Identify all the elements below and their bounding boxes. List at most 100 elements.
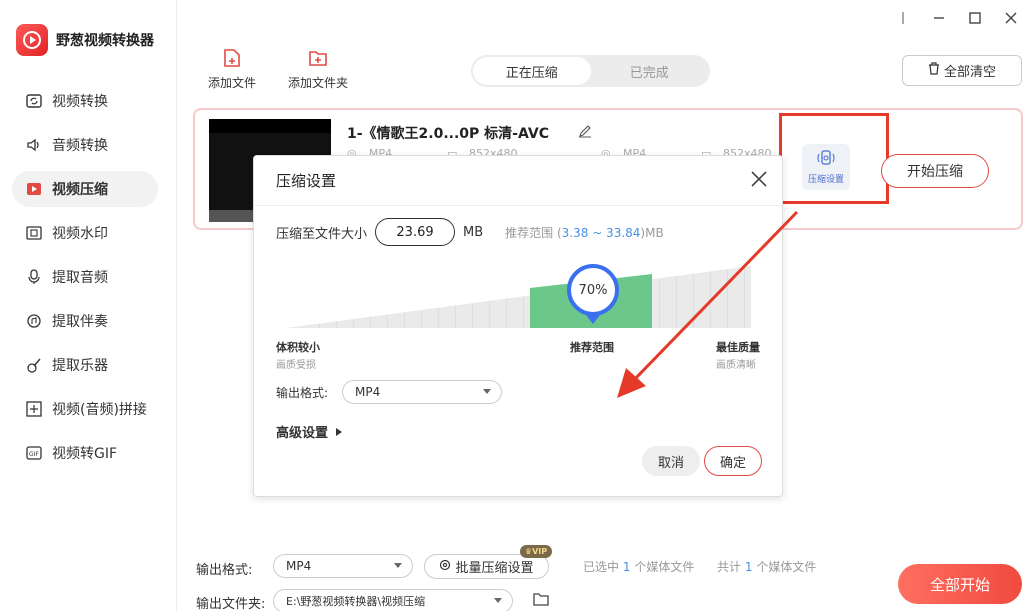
- settings-icon: [439, 559, 451, 575]
- sidebar-item-label: 视频转GIF: [52, 446, 118, 462]
- add-folder-button[interactable]: 添加文件夹: [283, 48, 353, 91]
- merge-icon: [24, 399, 44, 419]
- slider-knob[interactable]: 70%: [567, 264, 619, 316]
- svg-text:GIF: GIF: [29, 451, 39, 458]
- expand-arrow-icon: [336, 427, 343, 436]
- menu-icon[interactable]: [896, 8, 910, 28]
- close-window-icon[interactable]: [1004, 8, 1018, 28]
- extract-audio-icon: [24, 267, 44, 287]
- extract-accompaniment-icon: [24, 311, 44, 331]
- cancel-button[interactable]: 取消: [642, 446, 700, 476]
- output-folder-select[interactable]: E:\野葱视频转换器\视频压缩: [273, 589, 513, 611]
- clear-all-button[interactable]: 全部清空: [902, 55, 1022, 86]
- compress-settings-label: 压缩设置: [807, 175, 844, 185]
- gif-icon: GIF: [24, 443, 44, 463]
- small-size-sub: 画质受损: [276, 360, 316, 371]
- add-folder-label: 添加文件夹: [287, 76, 348, 90]
- sidebar-item-merge[interactable]: 视频(音频)拼接: [12, 391, 158, 427]
- start-all-button[interactable]: 全部开始: [898, 564, 1022, 604]
- add-file-label: 添加文件: [207, 76, 256, 90]
- recommended-range: 推荐范围 (3.38 ~ 33.84)MB: [505, 224, 664, 241]
- tab-completed[interactable]: 已完成: [591, 57, 709, 85]
- video-convert-icon: [24, 91, 44, 111]
- best-quality-label: 最佳质量: [716, 341, 760, 354]
- vip-badge: ♛ VIP: [520, 545, 552, 558]
- range-value: 3.38 ~ 33.84: [561, 225, 641, 240]
- add-folder-icon: [308, 48, 328, 70]
- tab-compressing[interactable]: 正在压缩: [473, 57, 591, 85]
- target-size-label: 压缩至文件大小: [276, 226, 368, 242]
- sidebar-item-label: 视频转换: [52, 94, 108, 110]
- total-count-text: 共计 1 个媒体文件: [717, 558, 816, 575]
- edit-name-icon[interactable]: [578, 124, 592, 142]
- audio-convert-icon: [24, 135, 44, 155]
- status-tabs: 正在压缩 已完成: [471, 55, 710, 87]
- compress-settings-icon: [816, 149, 836, 170]
- selected-count-text: 已选中 1 个媒体文件: [583, 558, 694, 575]
- sidebar-item-extract-audio[interactable]: 提取音频: [12, 259, 158, 295]
- slider-percent: 70%: [578, 282, 608, 298]
- target-size-unit: MB: [463, 224, 484, 240]
- advanced-settings-toggle[interactable]: 高级设置: [276, 422, 343, 441]
- knob-pointer: [586, 315, 600, 324]
- maximize-icon[interactable]: [968, 8, 982, 28]
- sidebar-item-video-compress[interactable]: 视频压缩: [12, 171, 158, 207]
- total-prefix: 共计: [717, 560, 742, 574]
- sidebar-item-gif[interactable]: GIF 视频转GIF: [12, 435, 158, 471]
- compress-settings-dialog: 压缩设置 压缩至文件大小 23.69 MB 推荐范围 (3.38 ~ 33.84…: [253, 155, 783, 497]
- vip-label: VIP: [532, 547, 548, 556]
- sidebar-item-extract-instrument[interactable]: 提取乐器: [12, 347, 158, 383]
- bottom-format-label: 输出格式:: [196, 563, 253, 578]
- chevron-down-icon: [494, 598, 502, 603]
- selected-prefix: 已选中: [583, 560, 620, 574]
- crown-icon: ♛: [524, 547, 533, 556]
- sidebar-item-label: 提取伴奏: [52, 314, 108, 330]
- bottom-format-select[interactable]: MP4: [273, 554, 413, 578]
- add-file-icon: [222, 48, 242, 70]
- sidebar-item-video-convert[interactable]: 视频转换: [12, 83, 158, 119]
- total-suffix: 个媒体文件: [756, 560, 817, 574]
- sidebar-item-label: 音频转换: [52, 138, 108, 154]
- output-format-label: 输出格式:: [276, 385, 329, 400]
- target-size-row: 压缩至文件大小 23.69 MB 推荐范围 (3.38 ~ 33.84)MB: [276, 218, 664, 246]
- bottom-format-value: MP4: [286, 559, 312, 573]
- start-compress-button[interactable]: 开始压缩: [881, 154, 989, 188]
- output-format-row: 输出格式: MP4: [276, 380, 503, 404]
- best-quality-sub: 画质清晰: [716, 360, 756, 371]
- file-name: 1-《情歌王2.0...0P 标清-AVC: [347, 126, 549, 142]
- dialog-title: 压缩设置: [254, 156, 782, 206]
- add-file-button[interactable]: 添加文件: [197, 48, 267, 91]
- sidebar-item-audio-convert[interactable]: 音频转换: [12, 127, 158, 163]
- sidebar-item-label: 提取乐器: [52, 358, 108, 374]
- compress-settings-button[interactable]: 压缩设置: [802, 144, 850, 190]
- sidebar-item-extract-accompaniment[interactable]: 提取伴奏: [12, 303, 158, 339]
- extract-instrument-icon: [24, 355, 44, 375]
- trash-icon: [928, 62, 940, 79]
- selected-count: 1: [622, 560, 631, 574]
- total-count: 1: [744, 560, 753, 574]
- watermark-icon: [24, 223, 44, 243]
- app-title: 野葱视频转换器: [16, 24, 154, 56]
- sidebar-nav: 视频转换 音频转换 视频压缩 视频水印 提取音频 提取伴奏 提取乐器 视频(音频…: [12, 83, 158, 479]
- output-folder-label: 输出文件夹:: [196, 597, 266, 611]
- minimize-icon[interactable]: [932, 8, 946, 28]
- chevron-down-icon: [394, 563, 402, 568]
- open-folder-icon[interactable]: [533, 592, 549, 610]
- sidebar-item-label: 视频压缩: [52, 182, 108, 198]
- sidebar: 野葱视频转换器 视频转换 音频转换 视频压缩 视频水印 提取音频 提取伴奏 提取…: [0, 0, 177, 611]
- sidebar-item-label: 视频水印: [52, 226, 108, 242]
- output-format-select[interactable]: MP4: [342, 380, 503, 404]
- video-compress-icon: [24, 179, 44, 199]
- ok-button[interactable]: 确定: [704, 446, 762, 476]
- close-icon[interactable]: [750, 170, 768, 188]
- chevron-down-icon: [483, 389, 492, 394]
- batch-compress-label: 批量压缩设置: [455, 561, 534, 576]
- window-controls: [896, 8, 1018, 28]
- output-folder-value: E:\野葱视频转换器\视频压缩: [286, 595, 426, 608]
- sidebar-item-watermark[interactable]: 视频水印: [12, 215, 158, 251]
- quality-slider[interactable]: [286, 266, 751, 328]
- app-name: 野葱视频转换器: [56, 33, 154, 49]
- advanced-settings-label: 高级设置: [276, 426, 329, 441]
- range-prefix: 推荐范围 (: [505, 225, 562, 240]
- target-size-input[interactable]: 23.69: [375, 218, 456, 246]
